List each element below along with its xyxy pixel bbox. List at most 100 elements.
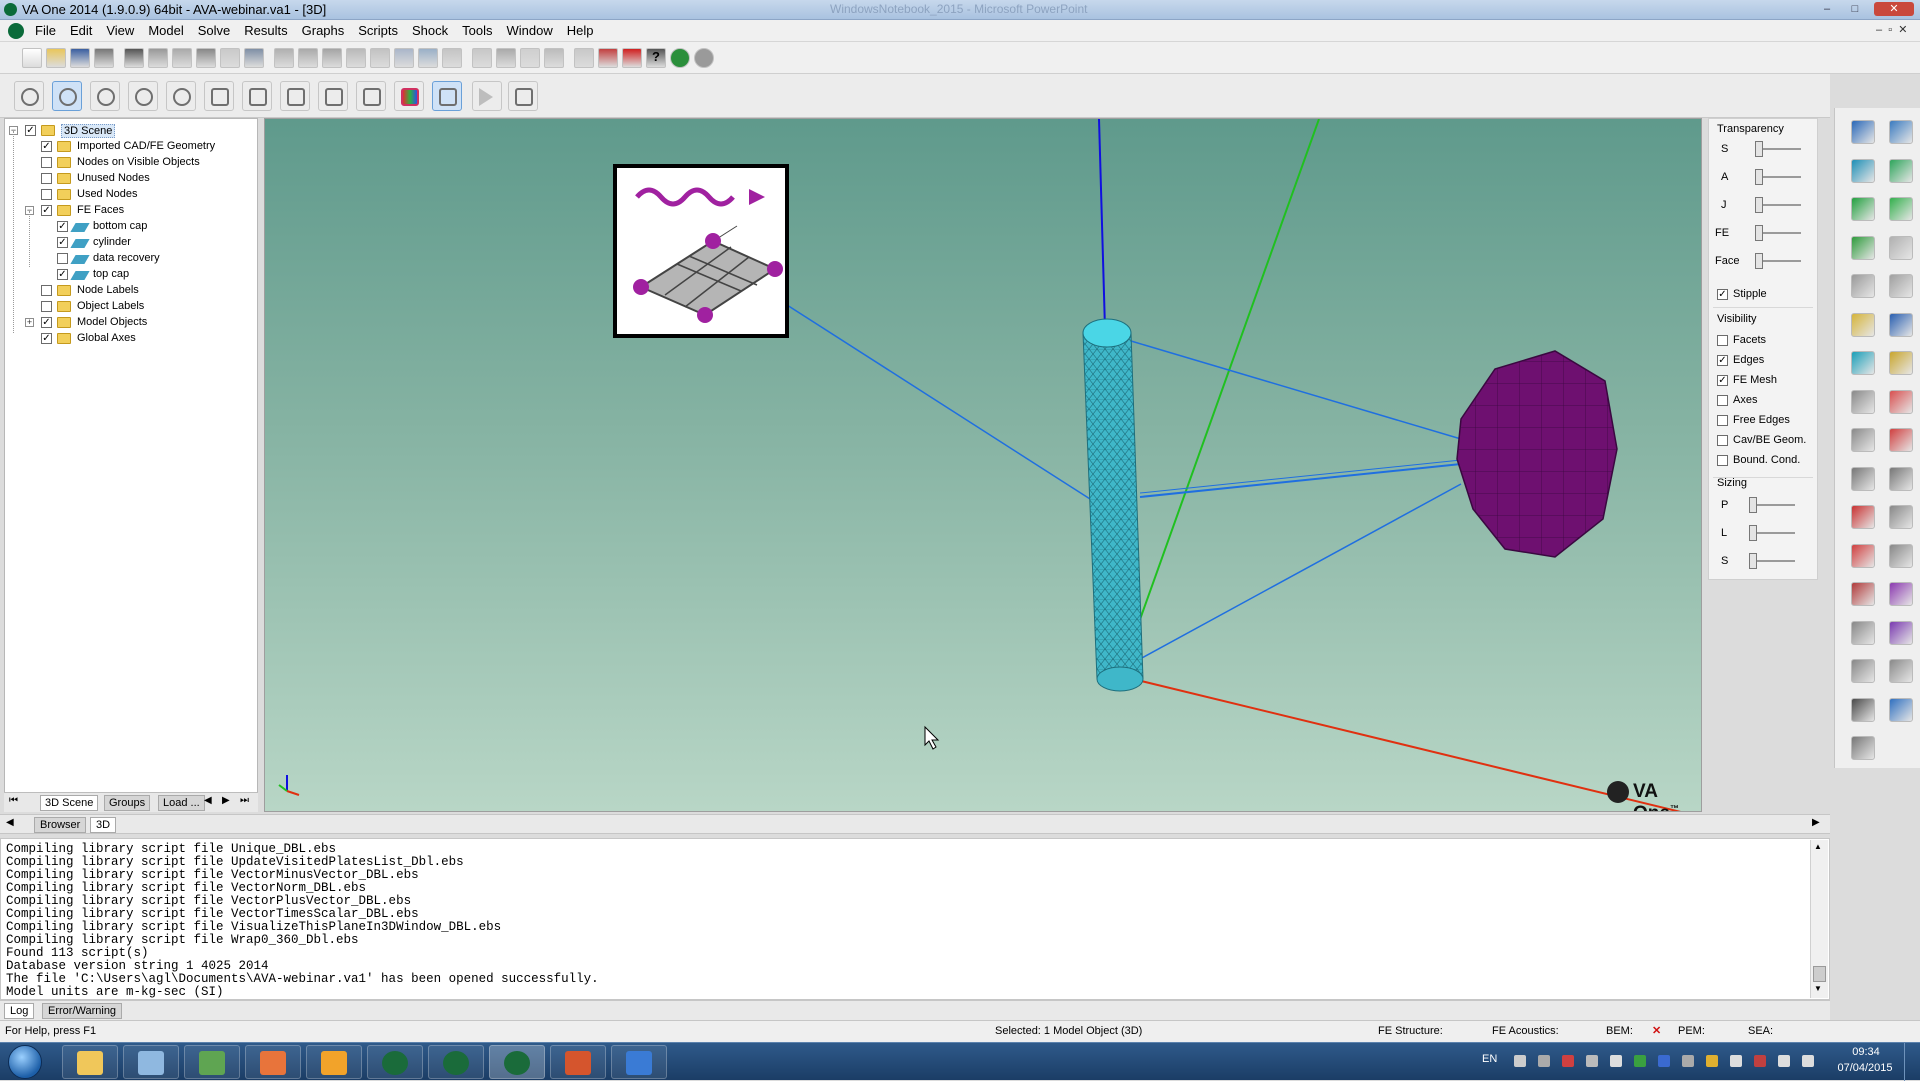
layered-plate-icon[interactable] — [1851, 351, 1875, 375]
expand-toggle-icon[interactable]: + — [25, 318, 34, 327]
zoom-out-view-icon[interactable] — [242, 81, 272, 111]
shield-icon[interactable] — [1514, 1055, 1526, 1067]
curved-shell-icon[interactable] — [1851, 197, 1875, 221]
notification-icon[interactable] — [1754, 1055, 1766, 1067]
tab-browser[interactable]: Browser — [34, 817, 87, 833]
axis-view-icon[interactable] — [356, 81, 386, 111]
color-map-icon[interactable] — [394, 81, 424, 111]
sizing-s-slider-thumb[interactable] — [1749, 553, 1757, 569]
va-one-icon[interactable] — [8, 23, 24, 39]
menu-scripts[interactable]: Scripts — [351, 20, 405, 42]
clock-date[interactable]: 07/04/2015 — [1832, 1062, 1898, 1074]
visibility-checkbox[interactable]: ✓ — [41, 317, 52, 328]
monitor-icon[interactable] — [1610, 1055, 1622, 1067]
spin-icon[interactable] — [128, 81, 158, 111]
visibility-checkbox[interactable] — [41, 285, 52, 296]
tree-item-bottom-cap[interactable]: ✓ bottom cap — [5, 219, 255, 235]
deselect-icon[interactable] — [244, 48, 264, 68]
diffuse-field-icon[interactable] — [1851, 659, 1875, 683]
visibility-bound-cond--checkbox[interactable] — [1717, 455, 1728, 466]
wave-field-icon[interactable] — [1851, 620, 1875, 645]
flag-icon[interactable] — [1730, 1055, 1742, 1067]
hand-select-icon[interactable] — [1889, 505, 1913, 529]
zoom-box-icon[interactable] — [544, 48, 564, 68]
sizing-p-slider-track[interactable] — [1751, 504, 1795, 506]
visibility-checkbox[interactable] — [41, 301, 52, 312]
link-icon[interactable] — [442, 48, 462, 68]
visibility-checkbox[interactable] — [41, 173, 52, 184]
sizing-l-slider-track[interactable] — [1751, 532, 1795, 534]
menu-file[interactable]: File — [28, 20, 63, 42]
help-icon[interactable]: ? — [646, 48, 666, 68]
taskbar-va-one-3-icon[interactable] — [489, 1045, 545, 1079]
force-arrow-icon[interactable] — [1851, 543, 1875, 568]
menu-solve[interactable]: Solve — [191, 20, 238, 42]
display-icon[interactable] — [1778, 1055, 1790, 1067]
antivirus-icon[interactable] — [1634, 1055, 1646, 1067]
run-icon[interactable] — [598, 48, 618, 68]
tab-load[interactable]: Load ... — [158, 795, 205, 811]
menu-window[interactable]: Window — [500, 20, 560, 42]
tab-groups[interactable]: Groups — [104, 795, 151, 811]
tree-item-top-cap[interactable]: ✓ top cap — [5, 267, 255, 283]
rotate-icon[interactable] — [90, 81, 120, 111]
menu-tools[interactable]: Tools — [455, 20, 499, 42]
3d-viewport[interactable]: VA One™ — [264, 118, 1702, 812]
cavity-grid-icon[interactable] — [1851, 389, 1875, 414]
next-tab-arrow-icon[interactable]: ▶ — [222, 795, 230, 806]
new-file-icon[interactable] — [22, 48, 42, 68]
menu-view[interactable]: View — [99, 20, 141, 42]
scrollbar-thumb[interactable] — [1813, 966, 1826, 982]
transparency-j-slider-thumb[interactable] — [1755, 197, 1763, 213]
taskbar-spreadsheet-app-icon[interactable] — [184, 1045, 240, 1079]
layered-shell-icon[interactable] — [1889, 351, 1913, 375]
diagonal-load-icon[interactable] — [1889, 582, 1913, 606]
tree-item-global-axes[interactable]: ✓ Global Axes — [5, 331, 255, 347]
minimize-button[interactable]: – — [1818, 2, 1836, 16]
zoom-in-view-icon[interactable] — [204, 81, 234, 111]
pan-icon[interactable] — [166, 81, 196, 111]
undo-icon[interactable] — [274, 48, 294, 68]
copy-icon[interactable] — [148, 48, 168, 68]
tab-3d-scene[interactable]: 3D Scene — [40, 795, 99, 811]
taskbar-va-one-1-icon[interactable] — [367, 1045, 423, 1079]
save-icon[interactable] — [70, 48, 90, 68]
scroll-right-arrow-icon[interactable]: ▶ — [1812, 817, 1820, 828]
print-view-icon[interactable] — [508, 81, 538, 111]
tab-3d[interactable]: 3D — [90, 817, 117, 833]
clock-time[interactable]: 09:34 — [1836, 1046, 1896, 1058]
maximize-button[interactable]: □ — [1846, 2, 1864, 16]
visibility-facets-checkbox[interactable] — [1717, 335, 1728, 346]
paste-icon[interactable] — [172, 48, 192, 68]
plane-wave-icon[interactable] — [1889, 659, 1913, 683]
tab-log[interactable]: Log — [4, 1003, 35, 1019]
hatch-icon[interactable] — [1851, 697, 1875, 722]
menu-model[interactable]: Model — [141, 20, 190, 42]
transparency-fe-slider-thumb[interactable] — [1755, 225, 1763, 241]
tree-item-cylinder[interactable]: ✓ cylinder — [5, 235, 255, 251]
paste-special-icon[interactable] — [196, 48, 216, 68]
visibility-checkbox[interactable]: ✓ — [57, 269, 68, 280]
red-cavity-icon[interactable] — [1889, 389, 1913, 414]
sizing-l-slider-thumb[interactable] — [1749, 525, 1757, 541]
redo-icon[interactable] — [298, 48, 318, 68]
tree-item-used-nodes[interactable]: Used Nodes — [5, 187, 255, 203]
bluetooth-icon[interactable] — [1658, 1055, 1670, 1067]
list-icon[interactable] — [394, 48, 414, 68]
tree-item-node-labels[interactable]: Node Labels — [5, 283, 255, 299]
scroll-left-arrow-icon[interactable]: ◀ — [6, 817, 14, 828]
volume-icon[interactable] — [1802, 1055, 1814, 1067]
open-file-icon[interactable] — [46, 48, 66, 68]
log-output[interactable]: Compiling library script file Unique_DBL… — [0, 838, 1830, 1000]
tree-item-object-labels[interactable]: Object Labels — [5, 299, 255, 315]
log-scrollbar[interactable]: ▲ ▼ — [1810, 840, 1828, 998]
transparency-face-slider-track[interactable] — [1757, 260, 1801, 262]
visibility-checkbox[interactable]: ✓ — [57, 221, 68, 232]
visibility-axes-checkbox[interactable] — [1717, 395, 1728, 406]
hand-pick-icon[interactable] — [1889, 543, 1913, 568]
add-node-icon[interactable] — [322, 48, 342, 68]
spline-icon[interactable] — [1889, 620, 1913, 645]
prev-tab-arrow-icon[interactable]: ◀ — [204, 795, 212, 806]
plane-view-icon[interactable] — [280, 81, 310, 111]
tree-item-3d-scene[interactable]: − ✓ 3D Scene — [5, 123, 255, 139]
